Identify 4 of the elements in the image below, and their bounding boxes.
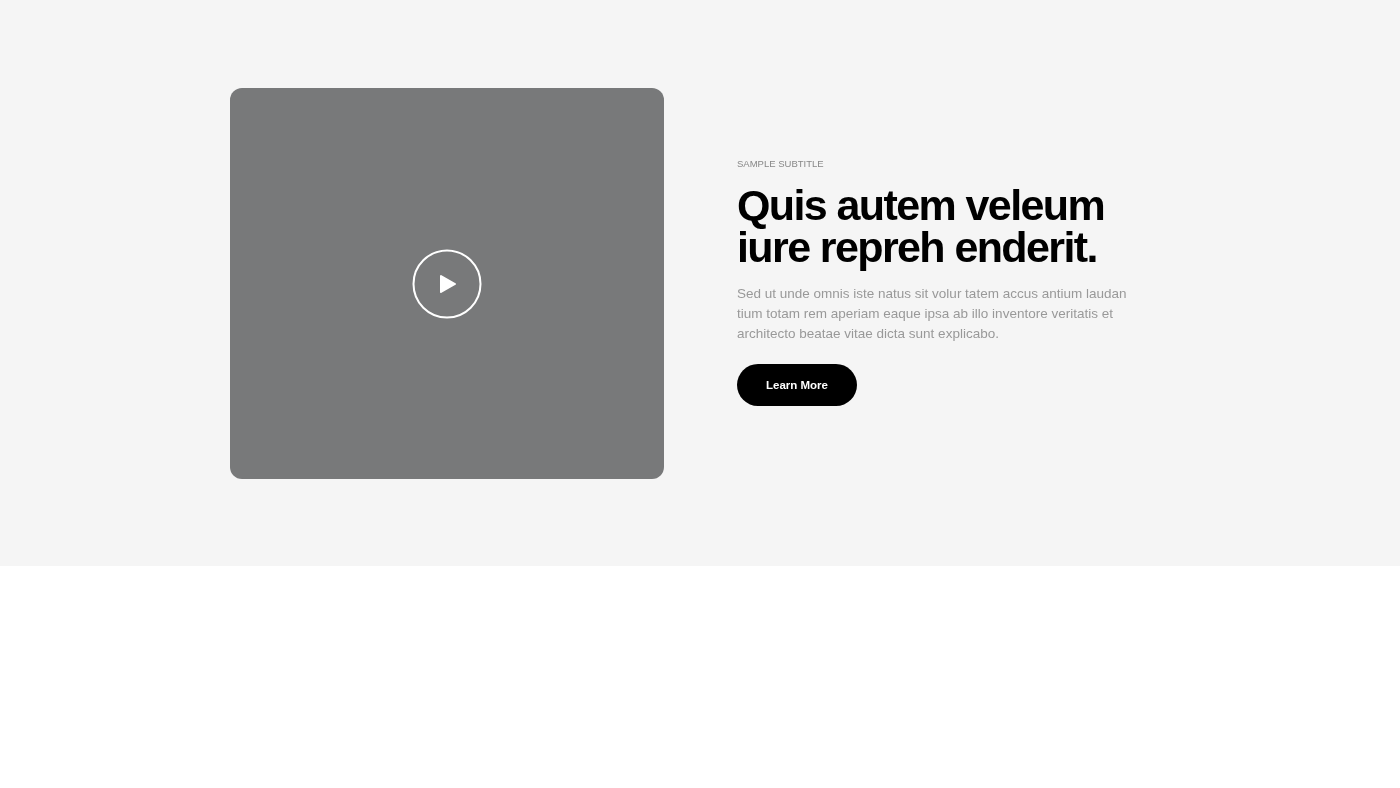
body-text: Sed ut unde omnis iste natus sit volur tatem accus antium laudan tium totam rem aperiam eaque ipsa ab illo inventore veritatis et architecto beatae vitae dicta sunt explicabo. bbox=[737, 285, 1128, 343]
learn-more-button[interactable]: Learn More bbox=[737, 364, 857, 406]
play-icon[interactable] bbox=[412, 249, 482, 319]
subtitle: SAMPLE SUBTITLE bbox=[737, 158, 825, 170]
